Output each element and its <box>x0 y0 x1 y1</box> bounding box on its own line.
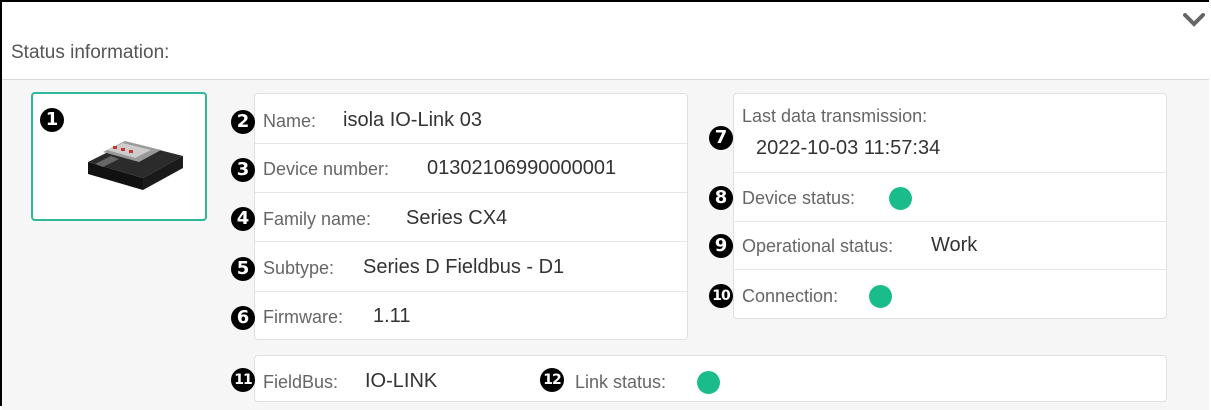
subtype-label: Subtype: <box>263 258 335 278</box>
device-status-label: Device status: <box>742 188 856 208</box>
connection-indicator <box>869 285 892 308</box>
device-info-card: Name: isola IO-Link 03 Device number: 01… <box>254 93 688 340</box>
badge-8: 8 <box>709 186 733 210</box>
operational-label: Operational status: <box>742 236 894 256</box>
badge-1: 1 <box>40 108 64 132</box>
panel-header[interactable]: Status information: <box>2 2 1209 80</box>
link-status-label: Link status: <box>575 372 667 392</box>
family-row: Family name: Series CX4 <box>255 192 687 242</box>
device-number-label: Device number: <box>263 159 390 179</box>
subtype-row: Subtype: Series D Fieldbus - D1 <box>255 241 687 292</box>
device-status-indicator <box>889 187 912 210</box>
operational-value: Work <box>931 234 978 256</box>
family-value: Series CX4 <box>406 207 508 229</box>
badge-2: 2 <box>231 110 255 134</box>
subtype-value: Series D Fieldbus - D1 <box>363 256 565 278</box>
link-status-indicator <box>697 371 720 394</box>
chevron-down-icon[interactable] <box>1181 8 1207 32</box>
badge-9: 9 <box>709 234 733 258</box>
fieldbus-card: FieldBus: IO-LINK Link status: <box>254 355 1167 402</box>
fieldbus-label: FieldBus: <box>263 372 339 392</box>
last-tx-row: Last data transmission: 2022-10-03 11:57… <box>734 94 1166 173</box>
connection-label: Connection: <box>742 286 839 306</box>
badge-10: 10 <box>709 284 733 308</box>
family-label: Family name: <box>263 209 372 229</box>
badge-7: 7 <box>709 126 733 150</box>
device-number-row: Device number: 01302106990000001 <box>255 143 687 193</box>
device-status-row: Device status: <box>734 172 1166 222</box>
name-value: isola IO-Link 03 <box>343 109 482 131</box>
firmware-label: Firmware: <box>263 307 343 327</box>
last-tx-label: Last data transmission: <box>742 106 928 126</box>
badge-12: 12 <box>540 368 564 392</box>
device-number-value: 01302106990000001 <box>427 157 617 179</box>
operational-row: Operational status: Work <box>734 221 1166 270</box>
panel-title: Status information: <box>11 42 170 63</box>
badge-11: 11 <box>231 368 255 392</box>
firmware-value: 1.11 <box>373 305 411 327</box>
badge-6: 6 <box>231 306 255 330</box>
badge-4: 4 <box>231 207 255 231</box>
badge-5: 5 <box>231 257 255 281</box>
badge-3: 3 <box>231 158 255 182</box>
last-tx-value: 2022-10-03 11:57:34 <box>756 137 941 159</box>
name-row: Name: isola IO-Link 03 <box>255 94 687 144</box>
firmware-row: Firmware: 1.11 <box>255 291 687 339</box>
name-label: Name: <box>263 111 317 131</box>
connection-row: Connection: <box>734 269 1166 318</box>
fieldbus-value: IO-LINK <box>365 370 438 392</box>
status-card: Last data transmission: 2022-10-03 11:57… <box>733 93 1167 319</box>
